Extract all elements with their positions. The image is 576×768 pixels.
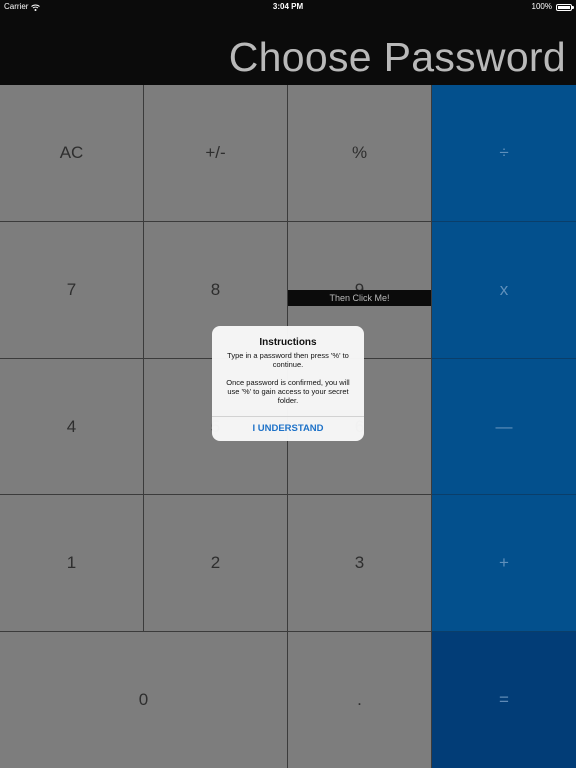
dialog-title: Instructions — [259, 337, 317, 348]
dialog-message: Type in a password then press '%' to con… — [226, 351, 350, 405]
modal-overlay: Instructions Type in a password then pre… — [0, 0, 576, 768]
instructions-dialog: Instructions Type in a password then pre… — [212, 326, 364, 441]
understand-button[interactable]: I UNDERSTAND — [212, 416, 364, 441]
